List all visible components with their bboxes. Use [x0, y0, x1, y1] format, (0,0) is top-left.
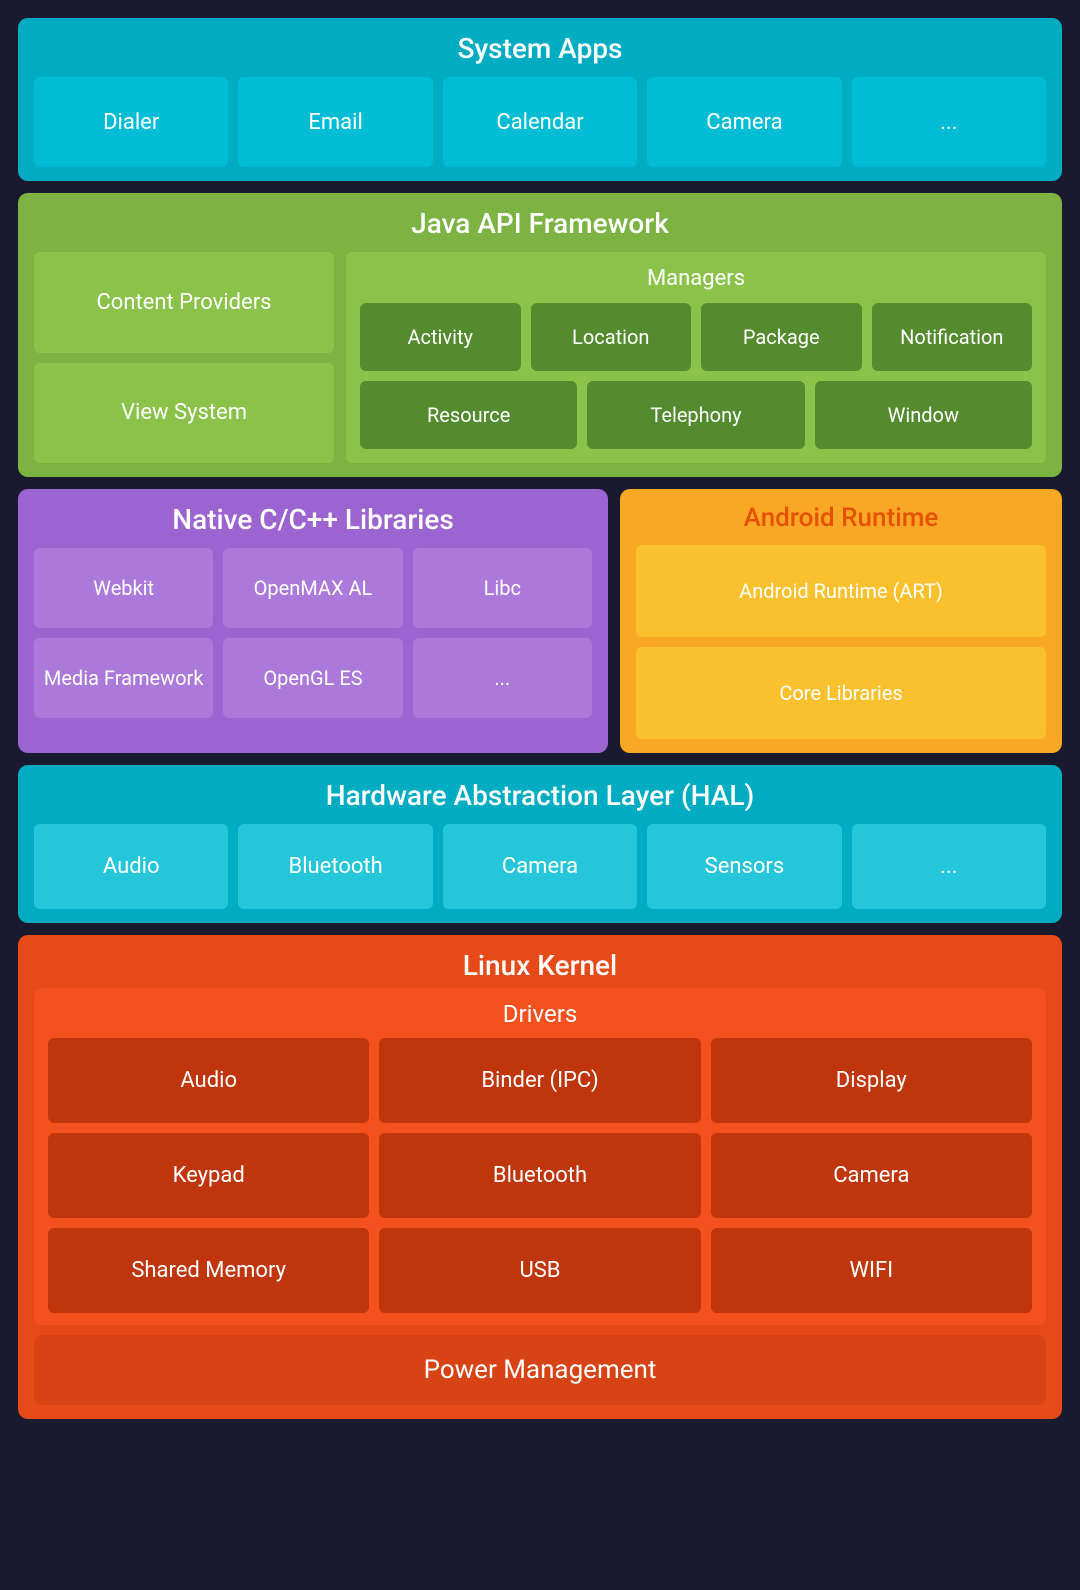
android-runtime-title: Android Runtime [636, 503, 1046, 533]
java-api-left: Content Providers View System [34, 252, 334, 463]
drivers-grid: Audio Binder (IPC) Display Keypad Blueto… [48, 1038, 1032, 1313]
hal-camera: Camera [443, 824, 637, 909]
native-grid: Webkit OpenMAX AL Libc Media Framework O… [34, 548, 592, 718]
hal-sensors: Sensors [647, 824, 841, 909]
content-providers-box: Content Providers [34, 252, 334, 353]
view-system-box: View System [34, 363, 334, 464]
manager-package: Package [701, 303, 862, 371]
native-more: ... [413, 638, 592, 718]
linux-kernel-layer: Linux Kernel Drivers Audio Binder (IPC) … [18, 935, 1062, 1419]
driver-wifi: WIFI [711, 1228, 1032, 1313]
native-libs-layer: Native C/C++ Libraries Webkit OpenMAX AL… [18, 489, 608, 753]
java-api-content: Content Providers View System Managers A… [34, 252, 1046, 463]
manager-activity: Activity [360, 303, 521, 371]
native-media: Media Framework [34, 638, 213, 718]
manager-resource: Resource [360, 381, 577, 449]
native-opengl: OpenGL ES [223, 638, 402, 718]
driver-binder: Binder (IPC) [379, 1038, 700, 1123]
power-management: Power Management [34, 1335, 1046, 1405]
manager-telephony: Telephony [587, 381, 804, 449]
java-api-title: Java API Framework [34, 207, 1046, 240]
driver-shared-memory: Shared Memory [48, 1228, 369, 1313]
app-card-camera: Camera [647, 77, 841, 167]
managers-row-2: Resource Telephony Window [360, 381, 1032, 449]
app-card-more: ... [852, 77, 1046, 167]
native-webkit: Webkit [34, 548, 213, 628]
system-apps-title: System Apps [34, 32, 1046, 65]
driver-audio: Audio [48, 1038, 369, 1123]
driver-bluetooth: Bluetooth [379, 1133, 700, 1218]
managers-title: Managers [360, 266, 1032, 291]
drivers-row-1: Audio Binder (IPC) Display [48, 1038, 1032, 1123]
android-runtime-cards: Android Runtime (ART) Core Libraries [636, 545, 1046, 739]
native-row-2: Media Framework OpenGL ES ... [34, 638, 592, 718]
native-openmax: OpenMAX AL [223, 548, 402, 628]
hal-title: Hardware Abstraction Layer (HAL) [34, 779, 1046, 812]
native-runtime-row: Native C/C++ Libraries Webkit OpenMAX AL… [18, 489, 1062, 753]
app-card-calendar: Calendar [443, 77, 637, 167]
drivers-section: Drivers Audio Binder (IPC) Display Keypa… [34, 988, 1046, 1325]
native-libs-title: Native C/C++ Libraries [34, 503, 592, 536]
drivers-row-2: Keypad Bluetooth Camera [48, 1133, 1032, 1218]
hal-bluetooth: Bluetooth [238, 824, 432, 909]
hal-layer: Hardware Abstraction Layer (HAL) Audio B… [18, 765, 1062, 923]
manager-notification: Notification [872, 303, 1033, 371]
driver-keypad: Keypad [48, 1133, 369, 1218]
native-row-1: Webkit OpenMAX AL Libc [34, 548, 592, 628]
driver-camera: Camera [711, 1133, 1032, 1218]
java-api-layer: Java API Framework Content Providers Vie… [18, 193, 1062, 477]
app-card-dialer: Dialer [34, 77, 228, 167]
driver-usb: USB [379, 1228, 700, 1313]
linux-kernel-title: Linux Kernel [34, 949, 1046, 982]
runtime-art: Android Runtime (ART) [636, 545, 1046, 637]
java-api-right: Managers Activity Location Package Notif… [346, 252, 1046, 463]
driver-display: Display [711, 1038, 1032, 1123]
drivers-row-3: Shared Memory USB WIFI [48, 1228, 1032, 1313]
managers-grid: Activity Location Package Notification R… [360, 303, 1032, 449]
android-runtime-layer: Android Runtime Android Runtime (ART) Co… [620, 489, 1062, 753]
managers-row-1: Activity Location Package Notification [360, 303, 1032, 371]
app-card-email: Email [238, 77, 432, 167]
manager-window: Window [815, 381, 1032, 449]
manager-location: Location [531, 303, 692, 371]
hal-audio: Audio [34, 824, 228, 909]
hal-more: ... [852, 824, 1046, 909]
native-libc: Libc [413, 548, 592, 628]
system-apps-cards: Dialer Email Calendar Camera ... [34, 77, 1046, 167]
system-apps-layer: System Apps Dialer Email Calendar Camera… [18, 18, 1062, 181]
drivers-title: Drivers [48, 1000, 1032, 1028]
hal-cards: Audio Bluetooth Camera Sensors ... [34, 824, 1046, 909]
runtime-core-libs: Core Libraries [636, 647, 1046, 739]
